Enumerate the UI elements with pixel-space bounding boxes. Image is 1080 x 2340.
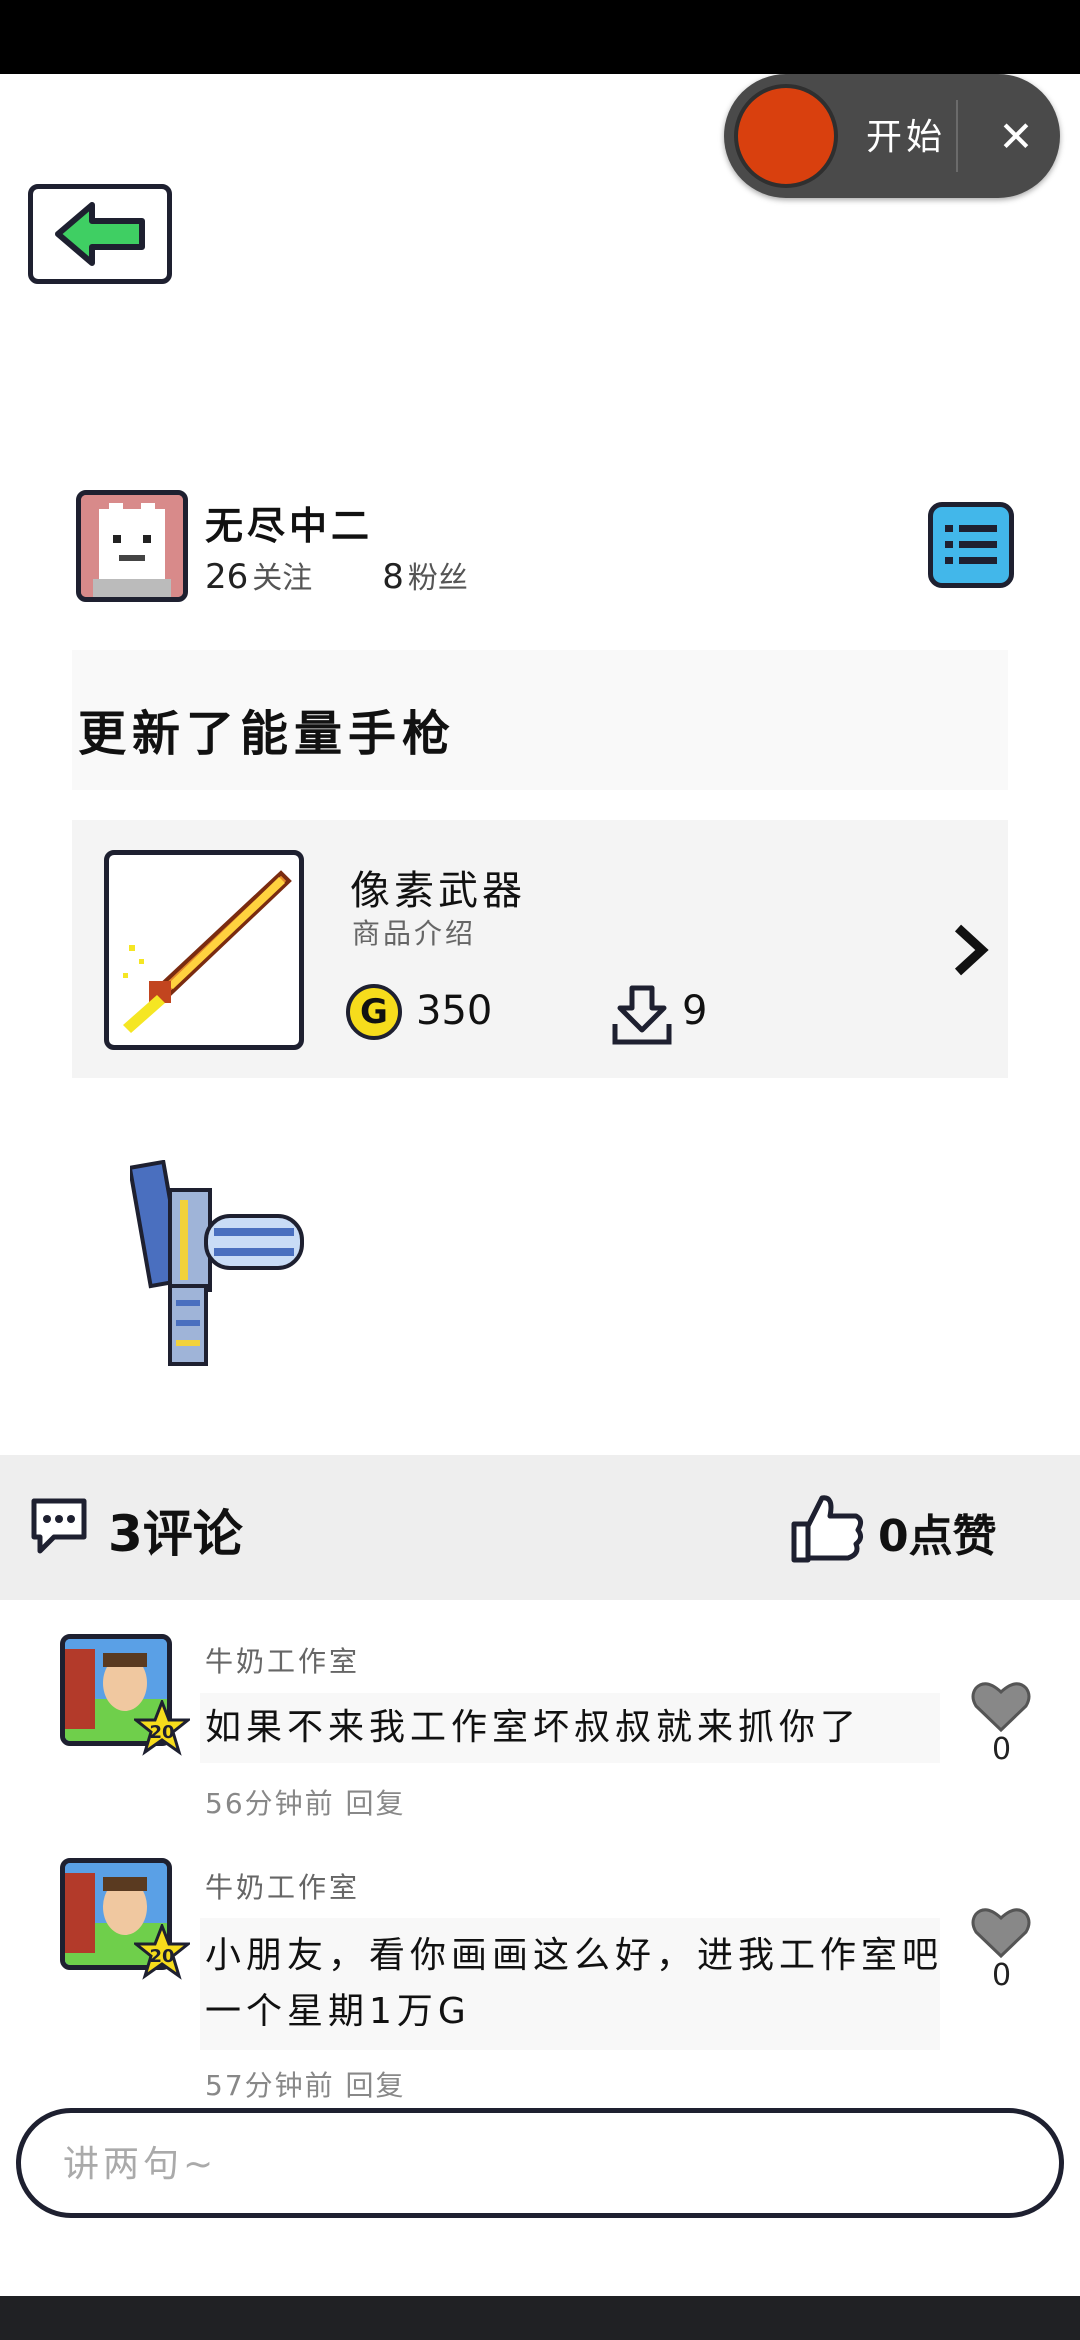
followers-label[interactable]: 粉丝: [408, 561, 468, 596]
arrow-left-icon: [55, 202, 145, 266]
comment-count[interactable]: 3评论: [108, 1494, 243, 1566]
comment-meta: 57分钟前 回复: [205, 2064, 406, 2104]
heart-icon[interactable]: [970, 1678, 1032, 1734]
coin-symbol: G: [360, 992, 388, 1032]
level-badge-text: 20: [149, 1946, 174, 1967]
comment-time: 56分钟前: [205, 1787, 335, 1820]
level-badge-star-icon: 20: [134, 1700, 190, 1756]
sword-image: [123, 870, 292, 1033]
followers-count[interactable]: 8: [382, 557, 404, 597]
level-badge-text: 20: [149, 1722, 174, 1743]
list-icon: [945, 525, 997, 564]
reply-button[interactable]: 回复: [346, 2069, 406, 2102]
download-icon: [612, 985, 672, 1045]
close-recorder-button[interactable]: ✕: [986, 100, 1046, 172]
avatar-image: [81, 495, 183, 597]
following-label[interactable]: 关注: [252, 561, 312, 596]
comment-author[interactable]: 牛奶工作室: [205, 1640, 360, 1680]
reply-button[interactable]: 回复: [346, 1787, 406, 1820]
following-count[interactable]: 26: [205, 557, 248, 597]
record-button[interactable]: [734, 84, 838, 188]
pixel-energy-gun-image: [130, 1160, 304, 1366]
like-count-label: 点赞: [908, 1511, 997, 1562]
level-badge-star-icon: 20: [134, 1924, 190, 1980]
like-count[interactable]: 0点赞: [878, 1500, 997, 1564]
comment-input-container[interactable]: [16, 2108, 1064, 2218]
comment-text: 如果不来我工作室坏叔叔就来抓你了: [205, 1707, 862, 1748]
product-price: 350: [416, 988, 493, 1034]
product-name[interactable]: 像素武器: [350, 858, 526, 916]
comment-count-value: 3: [108, 1505, 143, 1563]
comment-time: 57分钟前: [205, 2069, 335, 2102]
comment-meta: 56分钟前 回复: [205, 1782, 406, 1822]
divider: [956, 100, 958, 172]
screen-recorder-pill: 开始 ✕: [724, 74, 1060, 198]
download-count: 9: [682, 988, 708, 1034]
chevron-right-icon[interactable]: [950, 920, 990, 980]
menu-button[interactable]: [928, 502, 1014, 588]
like-count-value: 0: [878, 1511, 909, 1562]
comment-icon[interactable]: [28, 1495, 90, 1557]
product-description: 商品介绍: [352, 917, 477, 950]
back-button[interactable]: [28, 184, 172, 284]
comment-count-label: 评论: [142, 1505, 243, 1563]
profile-name[interactable]: 无尽中二: [205, 495, 373, 550]
record-start-label[interactable]: 开始: [866, 108, 946, 160]
profile-stats: 26 关注 8 粉丝: [205, 553, 468, 597]
post-title: 更新了能量手枪: [78, 706, 457, 762]
comment-like-count: 0: [992, 1732, 1012, 1767]
thumbs-up-icon[interactable]: [790, 1490, 866, 1564]
comment-text: 小朋友，看你画画这么好，进我工作室吧一个星期1万G: [205, 1935, 944, 2032]
close-icon: ✕: [998, 111, 1034, 161]
status-bar: [0, 0, 1080, 74]
product-thumbnail[interactable]: [104, 850, 304, 1050]
heart-icon[interactable]: [970, 1904, 1032, 1960]
coin-icon: G: [346, 984, 402, 1040]
comment-like-count: 0: [992, 1958, 1012, 1993]
comment-input[interactable]: [61, 2131, 1025, 2197]
comment-author[interactable]: 牛奶工作室: [205, 1866, 360, 1906]
user-avatar[interactable]: [76, 490, 188, 602]
navigation-bar: [0, 2296, 1080, 2340]
